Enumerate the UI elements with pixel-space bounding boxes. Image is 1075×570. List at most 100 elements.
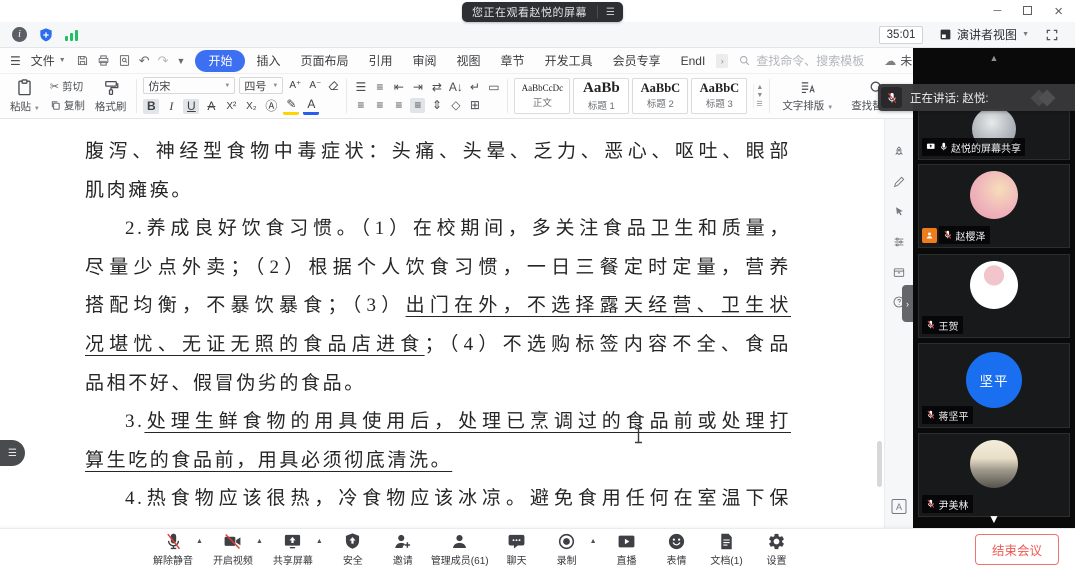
sync-status-button[interactable]: ☁未同步 — [884, 52, 913, 69]
bullet-list-button[interactable]: ☰ — [353, 80, 368, 95]
customize-quickbar-icon[interactable]: ▼ — [177, 56, 186, 66]
gallery-up-icon[interactable]: ▲ — [756, 84, 763, 91]
expand-caret[interactable]: ▲ — [196, 538, 203, 545]
shading-button[interactable]: ◇ — [448, 98, 463, 113]
highlight-color-button[interactable]: ✎ — [283, 97, 299, 115]
view-mode-button[interactable]: 演讲者视图 ▼ — [935, 24, 1033, 45]
justify-button[interactable]: ≡ — [410, 98, 425, 113]
wps-tab-7[interactable]: 开发工具 — [536, 50, 602, 71]
end-meeting-button[interactable]: 结束会议 — [975, 534, 1059, 565]
font-color-button[interactable]: A — [303, 97, 319, 115]
quick-tools-icon[interactable] — [892, 145, 906, 159]
sort-button[interactable]: A↓ — [448, 80, 463, 95]
annotate-pen-icon[interactable] — [892, 175, 906, 189]
resources-box-icon[interactable] — [892, 265, 906, 279]
scroll-up-arrow[interactable]: ▲ — [990, 53, 999, 63]
participant-tile[interactable]: 坚平蒋坚平 — [918, 343, 1070, 428]
align-center-button[interactable]: ≡ — [372, 98, 387, 113]
style-card[interactable]: AaBbC标题 2 — [632, 78, 688, 114]
subscript-button[interactable]: X₂ — [243, 99, 259, 114]
borders-button[interactable]: ⊞ — [467, 98, 482, 113]
file-menu[interactable]: 文件▼ — [31, 52, 66, 69]
command-search[interactable] — [738, 54, 874, 68]
wps-tab-3[interactable]: 引用 — [360, 50, 402, 71]
asian-layout-button[interactable]: ⇄ — [429, 80, 444, 95]
format-painter-button[interactable]: 格式刷 — [91, 78, 131, 115]
banner-menu-icon[interactable]: ☰ — [598, 7, 623, 18]
scroll-down-arrow[interactable]: ▼ — [988, 512, 1000, 526]
toolbar-mic-muted-button[interactable]: 解除静音 — [151, 532, 195, 567]
minimize-button[interactable]: ─ — [993, 5, 1001, 17]
shrink-font-button[interactable]: A⁻ — [307, 78, 323, 93]
clear-format-icon[interactable] — [327, 79, 340, 92]
expand-caret[interactable]: ▲ — [590, 538, 597, 545]
style-gallery-arrows[interactable]: ▲▼☰ — [753, 84, 763, 108]
style-card[interactable]: AaBbC标题 3 — [691, 78, 747, 114]
strikethrough-button[interactable]: A — [203, 99, 219, 114]
toolbar-shield-button[interactable]: 安全 — [331, 532, 375, 567]
toolbar-record-button[interactable]: 录制 — [545, 532, 589, 567]
decrease-indent-button[interactable]: ⇤ — [391, 80, 406, 95]
toolbar-person-button[interactable]: 管理成员(61) — [431, 532, 489, 567]
toolbar-person-add-button[interactable]: 邀请 — [381, 532, 425, 567]
gallery-down-icon[interactable]: ▼ — [756, 92, 763, 99]
print-preview-icon[interactable] — [118, 54, 131, 67]
toolbar-live-button[interactable]: 直播 — [605, 532, 649, 567]
participant-tile[interactable]: 王贺 — [918, 254, 1070, 338]
participant-tile[interactable]: 尹美林 — [918, 433, 1070, 517]
maximize-button[interactable] — [1023, 2, 1032, 20]
toolbar-doc-button[interactable]: 文档(1) — [705, 532, 749, 567]
toolbar-camera-off-button[interactable]: 开启视频 — [211, 532, 255, 567]
wps-tab-0[interactable]: 开始 — [195, 50, 245, 72]
wps-tab-2[interactable]: 页面布局 — [291, 50, 357, 71]
wps-tab-1[interactable]: 插入 — [247, 50, 289, 71]
style-card[interactable]: AaBbCcDc正文 — [514, 78, 570, 114]
superscript-button[interactable]: X² — [223, 99, 239, 114]
wps-tab-8[interactable]: 会员专享 — [604, 50, 670, 71]
cut-button[interactable]: ✂剪切 — [50, 79, 85, 94]
floating-menu-handle[interactable]: ☰ — [0, 440, 25, 466]
copy-button[interactable]: 复制 — [50, 98, 85, 113]
close-button[interactable]: × — [1054, 3, 1063, 20]
expand-caret[interactable]: ▲ — [256, 538, 263, 545]
undo-icon[interactable]: ↶ — [139, 53, 150, 69]
participant-tile[interactable]: 赵樱泽 — [918, 164, 1070, 248]
wps-tab-4[interactable]: 审阅 — [404, 50, 446, 71]
text-frame-button[interactable]: ▭ — [486, 80, 501, 95]
font-name-select[interactable]: 仿宋▼ — [143, 77, 235, 94]
increase-indent-button[interactable]: ⇥ — [410, 80, 425, 95]
security-shield-icon[interactable] — [38, 27, 54, 43]
gallery-more-icon[interactable]: ☰ — [756, 100, 763, 108]
text-layout-button[interactable]: 文字排版 ▼ — [776, 79, 839, 113]
wps-tab-6[interactable]: 章节 — [492, 50, 534, 71]
toolbar-screen-share-button[interactable]: 共享屏幕 — [271, 532, 315, 567]
toolbar-emoji-button[interactable]: 表情 — [655, 532, 699, 567]
font-size-select[interactable]: 四号▼ — [239, 77, 283, 94]
fullscreen-icon[interactable] — [1045, 28, 1059, 42]
text-tool-icon[interactable]: A — [892, 499, 907, 514]
meeting-info-icon[interactable]: i — [12, 27, 27, 42]
paragraph-mark-button[interactable]: ↵ — [467, 80, 482, 95]
search-input[interactable] — [756, 54, 874, 68]
expand-caret[interactable]: ▲ — [316, 538, 323, 545]
submenu-chevron-icon[interactable]: › — [716, 54, 728, 68]
numbered-list-button[interactable]: ≡ — [372, 80, 387, 95]
align-right-button[interactable]: ≡ — [391, 98, 406, 113]
toolbar-gear-button[interactable]: 设置 — [755, 532, 799, 567]
wps-tab-9[interactable]: EndI — [672, 52, 715, 70]
network-signal-icon[interactable] — [65, 29, 78, 41]
app-menu-icon[interactable]: ☰ — [10, 54, 21, 68]
align-left-button[interactable]: ≡ — [353, 98, 368, 113]
participant-tile[interactable]: 赵悦的屏幕共享 — [918, 108, 1070, 160]
wps-tab-5[interactable]: 视图 — [448, 50, 490, 71]
paste-button[interactable]: 粘贴 ▼ — [6, 77, 44, 115]
italic-button[interactable]: I — [163, 99, 179, 114]
underline-button[interactable]: U — [183, 99, 199, 114]
grow-font-button[interactable]: A⁺ — [287, 78, 303, 93]
save-icon[interactable] — [76, 54, 89, 67]
line-spacing-button[interactable]: ⇕ — [429, 98, 444, 113]
print-icon[interactable] — [97, 54, 110, 67]
redo-icon[interactable]: ↷ — [158, 53, 169, 69]
panel-collapse-tab[interactable]: › — [902, 285, 913, 322]
select-pointer-icon[interactable] — [892, 205, 906, 219]
